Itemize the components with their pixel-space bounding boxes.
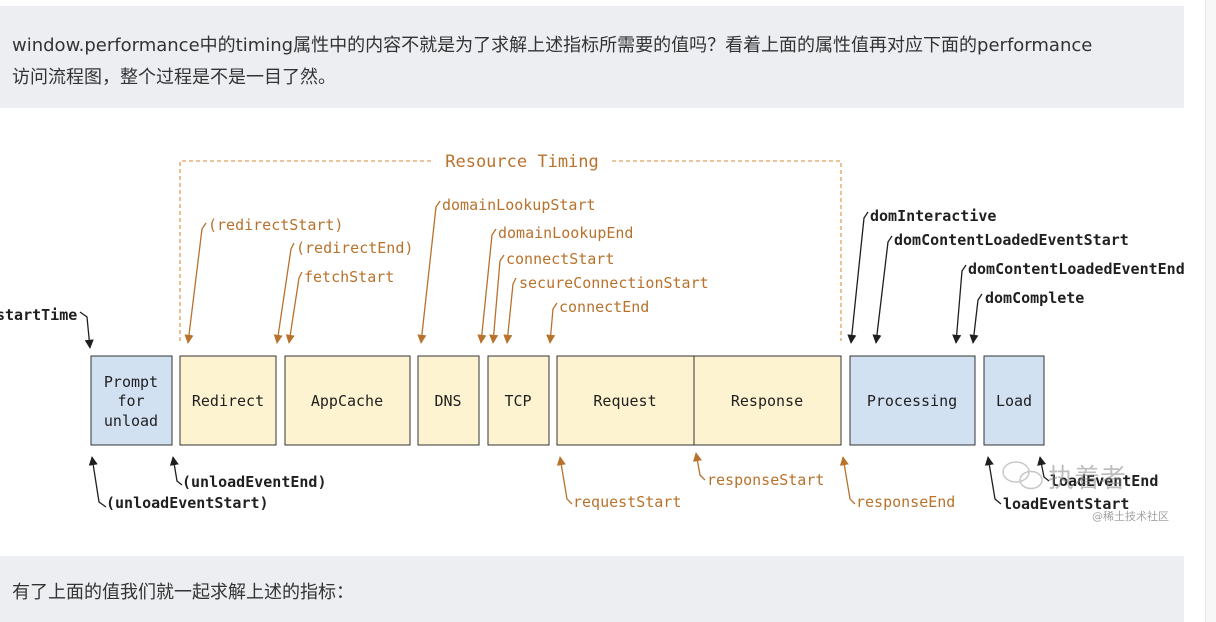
label-unload-event-start: (unloadEventStart): [106, 494, 269, 512]
label-request-start: requestStart: [573, 493, 681, 511]
watermark-main: 执着者: [1048, 464, 1126, 494]
box-redirect: Redirect: [179, 355, 277, 446]
label-connect-end: connectEnd: [559, 298, 649, 316]
box-response: Response: [693, 355, 842, 446]
box-prompt-line1: Prompt: [104, 373, 158, 391]
watermark-sub: @稀土技术社区: [1092, 509, 1169, 523]
box-redirect-label: Redirect: [192, 392, 264, 410]
box-response-label: Response: [731, 392, 803, 410]
box-prompt-for-unload: Prompt for unload: [90, 355, 173, 446]
box-tcp-label: TCP: [504, 392, 531, 410]
label-dom-complete: domComplete: [985, 289, 1084, 307]
label-domain-lookup-start: domainLookupStart: [442, 196, 596, 214]
label-redirect-start: (redirectStart): [208, 216, 343, 234]
intro-note: window.performance中的timing属性中的内容不就是为了求解上…: [0, 6, 1184, 108]
intro-note-line2: 访问流程图，整个过程是不是一目了然。: [12, 67, 336, 88]
box-tcp: TCP: [487, 355, 550, 446]
box-dns-label: DNS: [434, 392, 461, 410]
box-load-label: Load: [996, 392, 1032, 410]
label-response-start: responseStart: [707, 471, 824, 489]
box-appcache: AppCache: [284, 355, 411, 446]
page-scrollbar[interactable]: [1205, 0, 1216, 622]
box-request: Request: [556, 355, 695, 446]
performance-timing-diagram: Resource Timing Prompt for unload Redire…: [0, 141, 1185, 533]
label-secure-connection-start: secureConnectionStart: [519, 274, 709, 292]
label-dom-content-loaded-event-end: domContentLoadedEventEnd: [968, 260, 1185, 278]
intro-note-line1: window.performance中的timing属性中的内容不就是为了求解上…: [12, 35, 1093, 56]
resource-timing-title: Resource Timing: [445, 152, 599, 172]
label-dom-interactive: domInteractive: [870, 207, 996, 225]
box-processing: Processing: [849, 355, 976, 446]
box-prompt-line3: unload: [104, 412, 158, 430]
box-appcache-label: AppCache: [311, 392, 383, 410]
label-dom-content-loaded-event-start: domContentLoadedEventStart: [894, 231, 1129, 249]
label-redirect-end: (redirectEnd): [296, 239, 413, 257]
box-processing-label: Processing: [867, 392, 957, 410]
timeline-boxes: Prompt for unload Redirect AppCache DNS …: [90, 355, 1045, 446]
label-domain-lookup-end: domainLookupEnd: [498, 224, 633, 242]
label-response-end: responseEnd: [856, 493, 955, 511]
label-connect-start: connectStart: [506, 250, 614, 268]
box-load: Load: [983, 355, 1045, 446]
label-start-time: startTime: [0, 306, 77, 324]
label-unload-event-end: (unloadEventEnd): [182, 473, 327, 491]
label-fetch-start: fetchStart: [304, 268, 394, 286]
box-request-label: Request: [593, 392, 656, 410]
box-prompt-line2: for: [117, 392, 144, 410]
follow-up-note: 有了上面的值我们就一起求解上述的指标：: [0, 556, 1184, 622]
follow-up-note-text: 有了上面的值我们就一起求解上述的指标：: [12, 582, 354, 603]
box-dns: DNS: [417, 355, 480, 446]
